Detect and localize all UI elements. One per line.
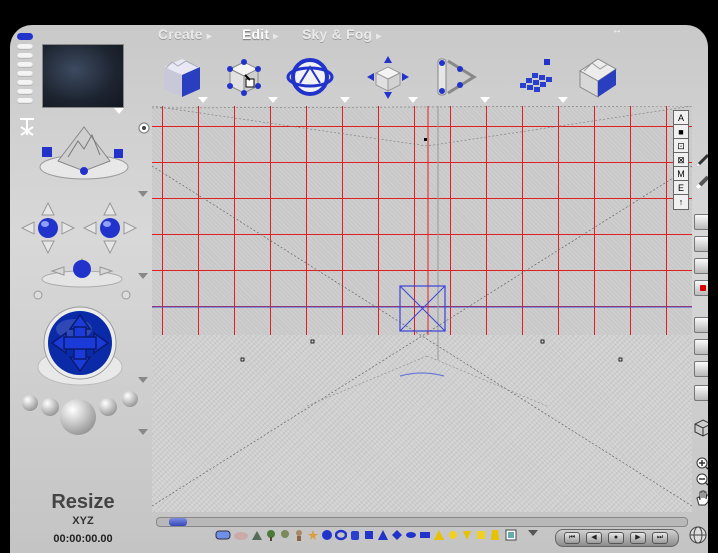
sun-library-icon[interactable] xyxy=(475,529,487,541)
blue-blocks-icon[interactable] xyxy=(510,49,562,105)
rock-library-icon[interactable] xyxy=(233,529,249,541)
orbit-sphere-icon[interactable] xyxy=(284,49,336,105)
level-led xyxy=(17,80,33,86)
menu-sky-fog-label: Sky & Fog xyxy=(302,26,373,42)
resize-dropdown-arrow[interactable] xyxy=(138,377,148,383)
level-led xyxy=(17,89,33,95)
window-resize-icon[interactable]: ↔ xyxy=(612,25,622,36)
record-icon xyxy=(700,285,706,291)
timeline-knob[interactable] xyxy=(169,518,187,526)
camera-library-icon[interactable] xyxy=(489,529,501,541)
select-dropdown-arrow[interactable] xyxy=(268,97,278,103)
library-dropdown-arrow[interactable] xyxy=(528,530,538,536)
main-frame: Create ▸ Edit ▸ Sky & Fog ▸ ↔ Resize XYZ… xyxy=(10,25,708,553)
rock-cube-icon[interactable] xyxy=(572,49,624,105)
panel-button-2[interactable] xyxy=(694,236,708,252)
zoom-in-icon[interactable] xyxy=(696,457,708,473)
menu-edit-label: Edit xyxy=(242,26,270,42)
status-indicator xyxy=(17,33,33,40)
play-pause-button[interactable]: ● xyxy=(608,532,624,544)
rewind-button[interactable]: ⏮ xyxy=(564,532,580,544)
timecode-display: 00:00:00.00 xyxy=(53,533,113,545)
scale-spheres-icon[interactable] xyxy=(20,385,142,441)
record-button[interactable] xyxy=(694,280,708,296)
panel-button-8[interactable] xyxy=(694,385,708,401)
cloud-library-icon[interactable] xyxy=(215,529,231,541)
scale-dropdown-arrow[interactable] xyxy=(138,429,148,435)
object-pedestal-icon[interactable] xyxy=(38,121,130,181)
diamond-library-icon[interactable] xyxy=(391,529,403,541)
menu-edit-arrow: ▸ xyxy=(273,31,279,42)
capsule-library-icon[interactable] xyxy=(405,529,417,541)
spot-light-library-icon[interactable] xyxy=(447,529,459,541)
light-library-icon[interactable] xyxy=(433,529,445,541)
cube-library-icon[interactable] xyxy=(363,529,375,541)
tools-icon[interactable] xyxy=(18,117,36,137)
level-led xyxy=(17,44,33,50)
cylinder-library-icon[interactable] xyxy=(349,529,361,541)
move-dropdown-arrow-2[interactable] xyxy=(138,273,148,279)
camera-path-icon[interactable] xyxy=(430,49,482,105)
mountain-library-icon[interactable] xyxy=(251,529,263,541)
level-led xyxy=(17,53,33,59)
panel-button-1[interactable] xyxy=(694,214,708,230)
move-dropdown-arrow[interactable] xyxy=(408,97,418,103)
figure-library-icon[interactable] xyxy=(293,529,305,541)
scene-overlay xyxy=(152,106,692,507)
tree-library-icon[interactable] xyxy=(279,529,291,541)
move-plane-right-icon[interactable] xyxy=(82,201,138,255)
menu-create-label: Create xyxy=(158,26,203,42)
panel-button-6[interactable] xyxy=(694,339,708,355)
zoom-out-icon[interactable] xyxy=(696,473,708,489)
hand-pan-icon[interactable] xyxy=(694,489,708,507)
step-back-button[interactable]: ◀ xyxy=(586,532,602,544)
pyramid-library-icon[interactable] xyxy=(377,529,389,541)
blocks-dropdown-arrow[interactable] xyxy=(558,97,568,103)
mode-axis-label: XYZ xyxy=(72,515,94,527)
mode-title: Resize xyxy=(51,491,115,513)
app-window: Create ▸ Edit ▸ Sky & Fog ▸ ↔ Resize XYZ… xyxy=(0,0,718,553)
level-led xyxy=(17,62,33,68)
menu-create-arrow: ▸ xyxy=(206,31,213,42)
torus-library-icon[interactable] xyxy=(335,529,347,541)
3d-viewport[interactable]: A ■ ⊡ ⊠ M E ↑ xyxy=(152,106,692,512)
menu-sky-fog-arrow: ▸ xyxy=(376,31,382,42)
step-forward-button[interactable]: ▶ xyxy=(630,532,646,544)
move-cube-icon[interactable] xyxy=(362,49,414,105)
camera-radio-icon[interactable] xyxy=(138,121,150,134)
object-dropdown-arrow[interactable] xyxy=(138,191,148,197)
globe-icon[interactable] xyxy=(688,525,708,545)
panel-button-7[interactable] xyxy=(694,361,708,377)
select-cube-icon[interactable] xyxy=(218,49,270,105)
move-plane-left-icon[interactable] xyxy=(20,201,76,255)
pencil-icon[interactable] xyxy=(694,151,708,169)
move-ground-icon[interactable] xyxy=(30,253,134,301)
eraser-icon[interactable] xyxy=(694,173,708,191)
point-light-library-icon[interactable] xyxy=(461,529,473,541)
star-library-icon[interactable] xyxy=(307,529,319,541)
render-preview-thumbnail[interactable] xyxy=(42,44,124,108)
orbit-dropdown-arrow[interactable] xyxy=(340,97,350,103)
cube-view-icon[interactable] xyxy=(694,419,708,437)
menu-edit[interactable]: Edit ▸ xyxy=(242,26,278,42)
resize-arrows-icon[interactable] xyxy=(34,305,126,391)
sphere-library-icon[interactable] xyxy=(321,529,333,541)
terrain-dropdown-arrow[interactable] xyxy=(198,97,208,103)
object-library-tray xyxy=(215,526,525,546)
box-library-icon[interactable] xyxy=(419,529,431,541)
panel-button-3[interactable] xyxy=(694,258,708,274)
playback-controls: ⏮ ◀ ● ▶ ⏭ xyxy=(555,529,679,547)
fast-forward-button[interactable]: ⏭ xyxy=(652,532,668,544)
picture-library-icon[interactable] xyxy=(505,529,517,541)
menu-create[interactable]: Create ▸ xyxy=(158,26,212,42)
level-led xyxy=(17,98,33,104)
menu-sky-fog[interactable]: Sky & Fog ▸ xyxy=(302,26,382,42)
camera-target-marker xyxy=(424,138,427,141)
plant-library-icon[interactable] xyxy=(265,529,277,541)
camera-path-dropdown-arrow[interactable] xyxy=(480,97,490,103)
panel-button-5[interactable] xyxy=(694,317,708,333)
preview-dropdown-arrow[interactable] xyxy=(114,108,124,114)
level-led xyxy=(17,71,33,77)
viewport-tool-up[interactable]: ↑ xyxy=(673,194,689,210)
